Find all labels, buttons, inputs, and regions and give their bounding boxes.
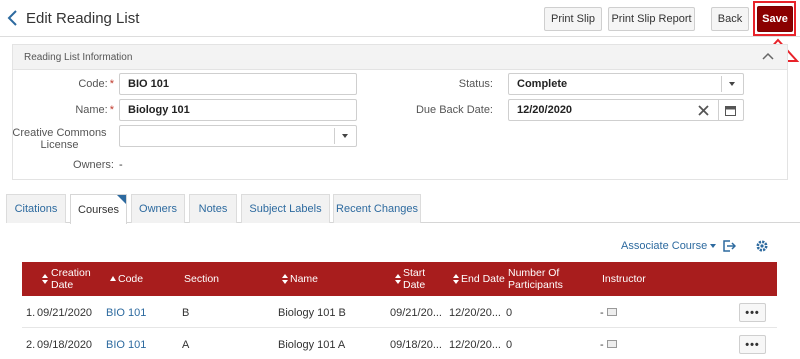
end-date-cell: 12/20/20... bbox=[449, 339, 501, 351]
owners-label: Owners: bbox=[73, 159, 114, 171]
sort-icon[interactable] bbox=[282, 274, 288, 284]
col-participants-line1: Number Of bbox=[508, 267, 560, 279]
col-name[interactable]: Name bbox=[290, 273, 318, 285]
instructor-cell: - bbox=[600, 339, 604, 351]
name-label: Name: * bbox=[20, 104, 114, 116]
tab-corner-marker bbox=[117, 195, 126, 204]
page-title: Edit Reading List bbox=[26, 10, 140, 27]
due-back-date-value: 12/20/2020 bbox=[517, 104, 573, 116]
row-actions-button[interactable]: ••• bbox=[739, 303, 766, 322]
row-number: 1. bbox=[26, 307, 36, 319]
courses-table-header: Creation Date Code Section Name Start Da… bbox=[22, 262, 777, 296]
tab-citations[interactable]: Citations bbox=[6, 194, 66, 223]
creative-commons-label-line2: License bbox=[40, 139, 79, 151]
info-panel-title: Reading List Information bbox=[24, 52, 133, 63]
due-back-date-label: Due Back Date: bbox=[415, 104, 493, 116]
status-label: Status: bbox=[458, 78, 493, 90]
print-slip-report-button[interactable]: Print Slip Report bbox=[608, 7, 695, 31]
tab-courses-label: Courses bbox=[78, 203, 119, 216]
select-divider bbox=[334, 128, 335, 144]
name-cell: Biology 101 B bbox=[278, 307, 346, 319]
chevron-left-icon[interactable] bbox=[6, 9, 20, 27]
calendar-icon[interactable] bbox=[725, 105, 736, 116]
section-cell: B bbox=[182, 307, 190, 319]
col-participants[interactable]: Number Of Participants bbox=[508, 267, 563, 291]
status-select[interactable]: Complete bbox=[508, 73, 744, 95]
name-cell: Biology 101 A bbox=[278, 339, 346, 351]
user-card-icon[interactable] bbox=[607, 308, 617, 316]
user-card-icon[interactable] bbox=[607, 340, 617, 348]
sort-icon[interactable] bbox=[453, 274, 459, 284]
required-marker: * bbox=[109, 78, 114, 90]
col-creation-date-line1: Creation bbox=[51, 267, 91, 279]
creation-date-cell: 09/21/2020 bbox=[37, 307, 93, 319]
tab-recent-changes[interactable]: Recent Changes bbox=[333, 194, 421, 223]
instructor-cell: - bbox=[600, 307, 604, 319]
code-input[interactable]: BIO 101 bbox=[119, 73, 357, 95]
due-back-date-input[interactable]: 12/20/2020 bbox=[508, 99, 744, 121]
code-label: Code: * bbox=[20, 78, 114, 90]
table-row[interactable]: 2. 09/18/2020 BIO 101 A Biology 101 A 09… bbox=[22, 329, 777, 359]
start-date-cell: 09/18/20... bbox=[390, 339, 442, 351]
close-icon[interactable] bbox=[698, 105, 709, 116]
sort-asc-icon[interactable] bbox=[110, 276, 116, 281]
col-section[interactable]: Section bbox=[184, 273, 219, 285]
code-link[interactable]: BIO 101 bbox=[106, 307, 146, 319]
col-participants-line2: Participants bbox=[508, 279, 563, 291]
col-instructor[interactable]: Instructor bbox=[602, 273, 646, 285]
col-end-date[interactable]: End Date bbox=[461, 273, 505, 285]
tab-notes[interactable]: Notes bbox=[189, 194, 237, 223]
name-label-text: Name: bbox=[75, 104, 108, 116]
print-slip-button[interactable]: Print Slip bbox=[544, 7, 602, 31]
info-panel-header[interactable]: Reading List Information bbox=[13, 45, 787, 70]
back-button[interactable]: Back bbox=[711, 7, 749, 31]
tab-courses[interactable]: Courses bbox=[70, 194, 127, 224]
participants-cell: 0 bbox=[506, 339, 513, 351]
col-creation-date[interactable]: Creation Date bbox=[51, 267, 91, 291]
col-start-date-line1: Start bbox=[403, 267, 426, 279]
tabs-bar: Citations Courses Owners Notes Subject L… bbox=[6, 194, 800, 224]
section-cell: A bbox=[182, 339, 190, 351]
required-marker: * bbox=[109, 104, 114, 116]
select-divider bbox=[721, 76, 722, 92]
code-label-text: Code: bbox=[78, 78, 108, 90]
chevron-down-icon bbox=[710, 244, 717, 249]
creative-commons-label: Creative Commons License bbox=[12, 127, 107, 151]
creative-commons-label-line1: Creative Commons bbox=[12, 127, 107, 139]
start-date-cell: 09/21/20... bbox=[390, 307, 442, 319]
tab-subject-labels[interactable]: Subject Labels bbox=[241, 194, 330, 223]
status-value: Complete bbox=[517, 78, 568, 90]
input-divider bbox=[718, 100, 719, 120]
col-code[interactable]: Code bbox=[118, 273, 143, 285]
end-date-cell: 12/20/20... bbox=[449, 307, 501, 319]
associate-course-label: Associate Course bbox=[621, 240, 708, 252]
creation-date-cell: 09/18/2020 bbox=[37, 339, 93, 351]
associate-course-dropdown[interactable]: Associate Course bbox=[621, 240, 717, 252]
export-icon[interactable] bbox=[722, 239, 736, 253]
name-input[interactable]: Biology 101 bbox=[119, 99, 357, 121]
col-creation-date-line2: Date bbox=[51, 279, 74, 291]
chevron-down-icon bbox=[729, 82, 735, 86]
creative-commons-select[interactable] bbox=[119, 125, 357, 147]
sort-icon[interactable] bbox=[42, 274, 48, 284]
owners-value: - bbox=[119, 159, 123, 171]
sort-icon[interactable] bbox=[395, 274, 401, 284]
save-button[interactable]: Save bbox=[757, 6, 793, 32]
participants-cell: 0 bbox=[506, 307, 513, 319]
tab-owners[interactable]: Owners bbox=[131, 194, 185, 223]
table-row[interactable]: 1. 09/21/2020 BIO 101 B Biology 101 B 09… bbox=[22, 297, 777, 328]
gear-icon[interactable] bbox=[755, 239, 769, 253]
col-start-date-line2: Date bbox=[403, 279, 426, 291]
row-actions-button[interactable]: ••• bbox=[739, 335, 766, 354]
row-number: 2. bbox=[26, 339, 36, 351]
col-start-date[interactable]: Start Date bbox=[403, 267, 425, 291]
chevron-down-icon bbox=[342, 134, 348, 138]
code-link[interactable]: BIO 101 bbox=[106, 339, 146, 351]
page-header: Edit Reading List Print Slip Print Slip … bbox=[0, 0, 800, 37]
chevron-up-icon[interactable] bbox=[761, 51, 775, 63]
